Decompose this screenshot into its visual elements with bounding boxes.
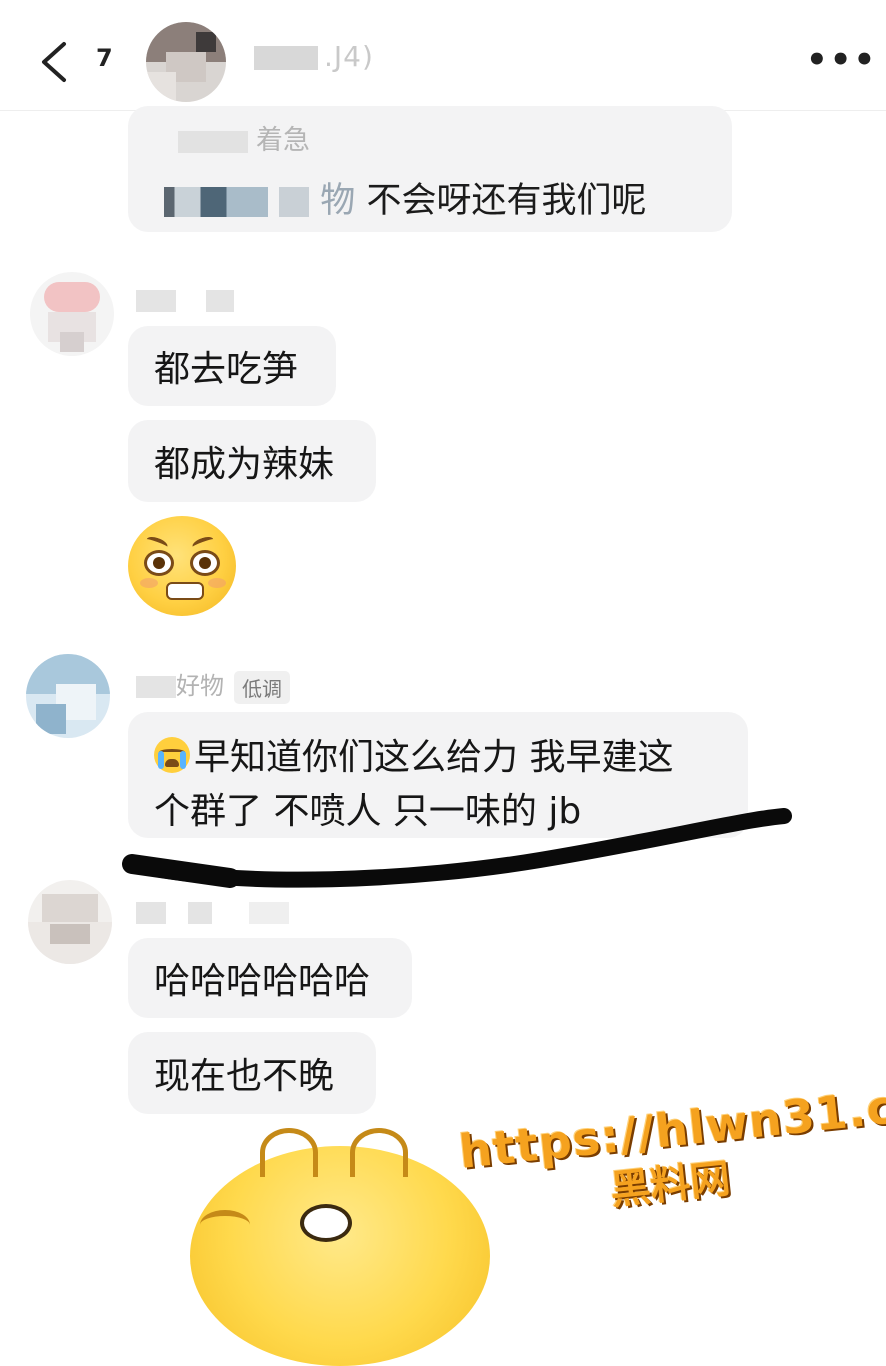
emoji-brow: [144, 534, 170, 552]
sticker-ear: [350, 1128, 408, 1177]
blurred-name: [136, 676, 176, 698]
blurred-name: [187, 902, 212, 924]
unread-count: 7: [96, 44, 113, 72]
avatar[interactable]: [26, 654, 110, 738]
quote-author: 物: [320, 181, 356, 221]
quote-header: 着急: [178, 118, 310, 157]
crying-face-emoji: [154, 737, 190, 773]
quote-header-text: 着急: [256, 125, 310, 156]
message-text: 哈哈哈哈哈哈: [154, 961, 371, 1002]
member-badge: 低调: [234, 670, 290, 704]
back-chevron-icon[interactable]: [38, 40, 70, 84]
message-text: 都去吃笋: [154, 349, 299, 390]
avatar[interactable]: [28, 880, 112, 964]
quote-text: 不会呀还有我们呢: [366, 181, 647, 221]
quoted-message[interactable]: 着急 物 不会呀还有我们呢: [128, 106, 732, 232]
emoji-eye: [144, 550, 174, 576]
smiley-face-sticker[interactable]: [190, 1128, 490, 1366]
watermark-site: 黑料网: [608, 1155, 733, 1215]
message-text: 现在也不晚: [154, 1056, 335, 1097]
emoji-teeth: [166, 582, 204, 600]
chat-header: 7 .J4) •••: [0, 0, 886, 111]
group-avatar[interactable]: [146, 22, 226, 102]
blurred-name: [178, 130, 248, 153]
emoji-eye: [190, 550, 220, 576]
blurred-name: [136, 902, 166, 924]
blurred-name: [279, 187, 310, 217]
more-dots-icon[interactable]: •••: [806, 43, 877, 77]
emoji-blush: [208, 578, 226, 588]
sticker-ear: [260, 1128, 318, 1177]
blurred-name: [205, 290, 234, 312]
message-text: 早知道你们这么给力 我早建这: [194, 737, 674, 778]
sticker-brow: [200, 1210, 250, 1240]
quote-body: 物 不会呀还有我们呢: [164, 172, 646, 223]
blurred-name: [249, 902, 290, 924]
blurred-name: [164, 187, 268, 217]
sender-name-text: 好物: [176, 672, 224, 700]
blurred-title: [254, 46, 318, 70]
sender-name: [136, 286, 234, 314]
sender-name: [136, 898, 290, 926]
emoji-blush: [140, 578, 158, 588]
scribble-mark: [122, 808, 792, 888]
sender-name: 好物 低调: [136, 666, 290, 704]
emoji-brow: [190, 534, 216, 552]
chat-bubble[interactable]: 哈哈哈哈哈哈: [128, 938, 412, 1018]
chat-bubble[interactable]: 都成为辣妹: [128, 420, 376, 502]
flushed-face-emoji[interactable]: [128, 516, 236, 616]
group-title-suffix: .J4): [324, 40, 374, 73]
sticker-eye: [300, 1204, 352, 1242]
blurred-name: [136, 290, 176, 312]
chat-bubble[interactable]: 现在也不晚: [128, 1032, 376, 1114]
group-title: .J4): [254, 40, 374, 73]
avatar[interactable]: [30, 272, 114, 356]
message-text: 都成为辣妹: [154, 444, 335, 485]
chat-bubble[interactable]: 都去吃笋: [128, 326, 336, 406]
message-line: 早知道你们这么给力 我早建这: [154, 728, 673, 780]
